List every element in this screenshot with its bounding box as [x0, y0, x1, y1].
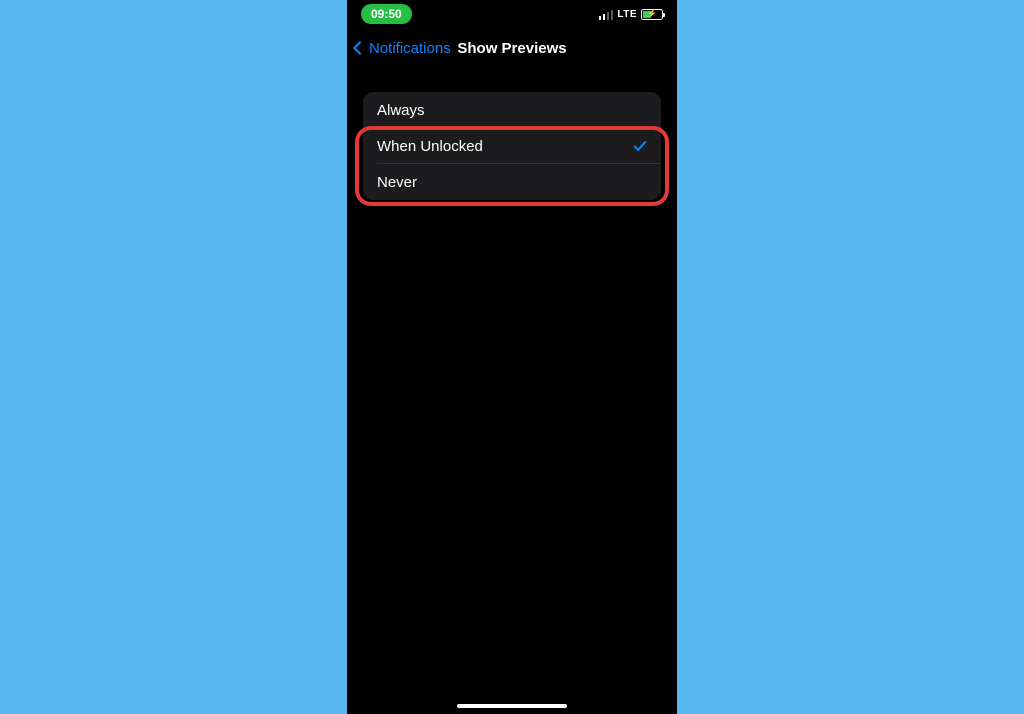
status-right: LTE ⚡ [599, 9, 663, 20]
phone-frame: 09:50 LTE ⚡ Notifications Show Previews … [347, 0, 677, 714]
option-when-unlocked[interactable]: When Unlocked [363, 128, 661, 164]
option-always[interactable]: Always [363, 92, 661, 128]
option-label: Always [377, 102, 425, 119]
status-bar: 09:50 LTE ⚡ [347, 0, 677, 28]
nav-bar: Notifications Show Previews [347, 28, 677, 68]
status-time-pill: 09:50 [361, 4, 412, 24]
options-list: Always When Unlocked Never [363, 92, 661, 200]
battery-icon: ⚡ [641, 9, 663, 20]
page-title: Show Previews [457, 40, 566, 57]
back-label: Notifications [369, 40, 451, 57]
home-indicator[interactable] [457, 704, 567, 708]
checkmark-icon [633, 139, 647, 153]
signal-icon [599, 9, 614, 20]
option-label: Never [377, 174, 417, 191]
option-never[interactable]: Never [363, 164, 661, 200]
chevron-left-icon [353, 41, 367, 55]
network-label: LTE [617, 9, 637, 20]
back-button[interactable]: Notifications [355, 40, 451, 57]
option-label: When Unlocked [377, 138, 483, 155]
content-area: Always When Unlocked Never [347, 68, 677, 200]
